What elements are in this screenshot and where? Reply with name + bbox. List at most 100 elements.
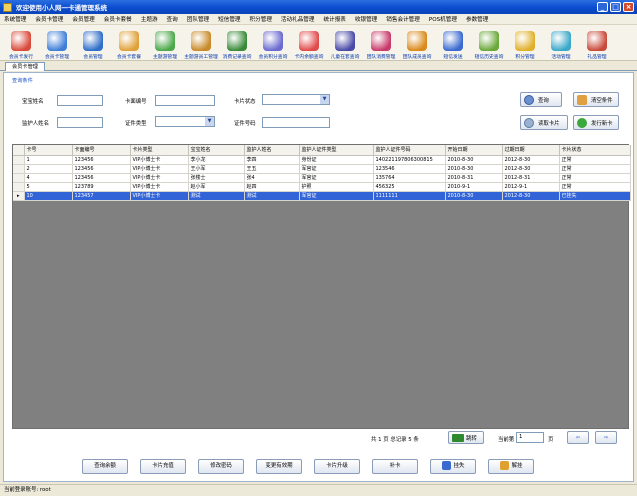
- table-cell: 王小军: [188, 164, 245, 174]
- clear-conditions-button[interactable]: 清空条件: [573, 92, 619, 107]
- id-no-input[interactable]: [262, 117, 330, 128]
- table-cell: 140221197806300815: [373, 155, 446, 165]
- action-label: 变更有效期: [265, 463, 293, 469]
- toolbar-button-16[interactable]: 礼品管理: [579, 25, 615, 61]
- table-row[interactable]: ▸ 10 123457 VIP小博士卡 测试 测试 军官证 1111111 2010-8-30 2…: [13, 191, 631, 201]
- table-cell: 张楼士: [188, 173, 245, 183]
- menu-item-10[interactable]: 统计报表: [324, 15, 346, 23]
- table-cell: 正常: [559, 173, 631, 183]
- menu-item-0[interactable]: 系统管理: [4, 15, 26, 23]
- tab-card-management[interactable]: 会员卡管理: [5, 62, 45, 71]
- row-header[interactable]: [13, 155, 25, 165]
- menu-bar: 系统管理 会员卡管理 会员管理 会员卡套餐 主题游 查询 团队管理 短信管理 积分管理 活动礼品管…: [0, 14, 637, 25]
- toolbar-button-9[interactable]: 儿童在套查询: [327, 25, 363, 61]
- status-bar: 当前登录账号: root: [0, 484, 637, 496]
- maximize-button[interactable]: □: [610, 2, 621, 12]
- toolbar-button-0[interactable]: 会员卡发行: [3, 25, 39, 61]
- action-label: 补卡: [389, 463, 401, 469]
- column-header[interactable]: 监护人证件类型: [299, 145, 374, 156]
- query-group-title: 查询条件: [12, 78, 33, 84]
- toolbar-button-7[interactable]: 会员积分查询: [255, 25, 291, 61]
- menu-item-14[interactable]: 参数管理: [466, 15, 488, 23]
- action-button-4[interactable]: 卡片升级: [314, 459, 360, 474]
- next-page-button[interactable]: ⇨: [595, 431, 617, 444]
- column-header[interactable]: 卡面编号: [72, 145, 131, 156]
- id-type-select[interactable]: ▼: [155, 116, 215, 127]
- column-header[interactable]: 宝宝姓名: [188, 145, 245, 156]
- table-cell: 赵小军: [188, 182, 245, 192]
- member-name-input[interactable]: [57, 95, 103, 106]
- menu-item-12[interactable]: 销售会计管理: [386, 15, 420, 23]
- action-button-7[interactable]: 解挂: [488, 459, 534, 474]
- action-button-1[interactable]: 卡片充值: [140, 459, 186, 474]
- menu-item-11[interactable]: 收银管理: [355, 15, 377, 23]
- table-row[interactable]: 5 123789 VIP小博士卡 赵小军 赵四 护照 456325 2010-9-1 2012-…: [13, 182, 631, 192]
- menu-item-5[interactable]: 查询: [167, 15, 178, 23]
- close-button[interactable]: ×: [623, 2, 634, 12]
- menu-item-6[interactable]: 团队管理: [187, 15, 209, 23]
- menu-item-8[interactable]: 积分管理: [250, 15, 272, 23]
- toolbar-button-6[interactable]: 消费记录查询: [219, 25, 255, 61]
- toolbar-button-11[interactable]: 团队成员查询: [399, 25, 435, 61]
- row-header[interactable]: [13, 182, 25, 192]
- action-button-0[interactable]: 查询余额: [82, 459, 128, 474]
- toolbar-button-1[interactable]: 会员卡管理: [39, 25, 75, 61]
- column-header[interactable]: 卡片类型: [130, 145, 189, 156]
- column-header[interactable]: 卡号: [24, 145, 73, 156]
- action-button-5[interactable]: 补卡: [372, 459, 418, 474]
- search-button[interactable]: 查询: [520, 92, 562, 107]
- people-icon: [407, 31, 427, 51]
- menu-item-3[interactable]: 会员卡套餐: [104, 15, 132, 23]
- menu-item-2[interactable]: 会员管理: [72, 15, 94, 23]
- toolbar-button-5[interactable]: 主题游员工管理: [183, 25, 219, 61]
- minimize-button[interactable]: _: [597, 2, 608, 12]
- table-cell: 1111111: [373, 191, 446, 201]
- column-header[interactable]: 监护人姓名: [244, 145, 300, 156]
- action-button-3[interactable]: 变更有效期: [256, 459, 302, 474]
- table-cell: VIP小博士卡: [130, 164, 189, 174]
- read-card-button[interactable]: 读取卡片: [520, 115, 568, 130]
- table-row[interactable]: 2 123456 VIP小博士卡 王小军 王五 军官证 123546 2010-8-30 201…: [13, 164, 631, 174]
- toolbar-button-3[interactable]: 会员卡套餐: [111, 25, 147, 61]
- column-header[interactable]: 开始日期: [445, 145, 503, 156]
- row-header[interactable]: [13, 173, 25, 183]
- toolbar-button-15[interactable]: 活动管理: [543, 25, 579, 61]
- column-header[interactable]: 卡片状态: [559, 145, 631, 156]
- toolbar-button-13[interactable]: 短信历史查询: [471, 25, 507, 61]
- arrow-right-icon: ⇨: [603, 434, 609, 441]
- action-button-2[interactable]: 修改密码: [198, 459, 244, 474]
- table-cell: 2010-8-30: [445, 164, 503, 174]
- menu-item-4[interactable]: 主题游: [141, 15, 158, 23]
- toolbar-button-12[interactable]: 短信发送: [435, 25, 471, 61]
- jump-button[interactable]: 跳转: [448, 431, 484, 444]
- column-header[interactable]: 过期日期: [502, 145, 560, 156]
- table-cell: 2012-8-30: [502, 191, 560, 201]
- card-status-select[interactable]: ▼: [262, 94, 330, 105]
- toolbar-button-8[interactable]: 卡内余额查询: [291, 25, 327, 61]
- toolbar-button-10[interactable]: 团队消费管理: [363, 25, 399, 61]
- toolbar-button-14[interactable]: 积分管理: [507, 25, 543, 61]
- table-row[interactable]: 4 123456 VIP小博士卡 张楼士 张4 军官证 135764 2010-8-31 201…: [13, 173, 631, 183]
- menu-item-1[interactable]: 会员卡管理: [35, 15, 63, 23]
- row-header[interactable]: [13, 164, 25, 174]
- row-header[interactable]: ▸: [13, 191, 25, 201]
- page-number-input[interactable]: 1: [516, 432, 544, 443]
- column-header[interactable]: 监护人证件号码: [373, 145, 446, 156]
- guardian-name-input[interactable]: [57, 117, 103, 128]
- issue-card-button[interactable]: 发行新卡: [573, 115, 619, 130]
- action-button-6[interactable]: 挂失: [430, 459, 476, 474]
- menu-item-13[interactable]: POS机管理: [429, 15, 457, 23]
- table-row[interactable]: 1 123456 VIP小博士卡 李小龙 李四 身份证 140221197806300815…: [13, 155, 631, 165]
- table-cell: 456325: [373, 182, 446, 192]
- table-cell: 测试: [188, 191, 245, 201]
- magnifier-icon: [335, 31, 355, 51]
- menu-item-9[interactable]: 活动礼品管理: [281, 15, 315, 23]
- table-cell: 123546: [373, 164, 446, 174]
- toolbar-button-4[interactable]: 主题游管理: [147, 25, 183, 61]
- pager-summary: 共 1 页 总记录 5 条: [371, 437, 419, 443]
- card-no-input[interactable]: [155, 95, 215, 106]
- toolbar-button-2[interactable]: 会员管理: [75, 25, 111, 61]
- card-status-label: 卡片状态: [234, 99, 256, 105]
- menu-item-7[interactable]: 短信管理: [218, 15, 240, 23]
- prev-page-button[interactable]: ⇦: [567, 431, 589, 444]
